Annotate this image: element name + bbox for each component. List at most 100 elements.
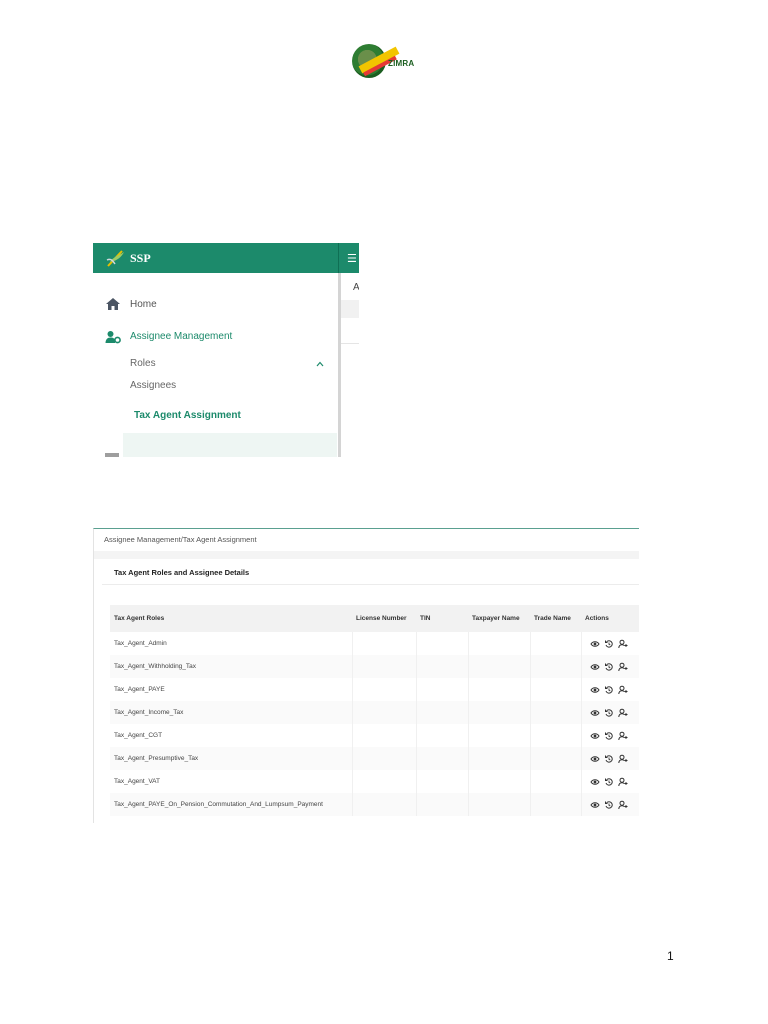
view-icon[interactable]: [589, 731, 600, 741]
history-icon[interactable]: [604, 754, 614, 764]
column-header[interactable]: Tax Agent Roles: [110, 605, 352, 632]
table-cell: [530, 632, 582, 655]
table-cell: [416, 770, 469, 793]
view-icon[interactable]: [589, 685, 600, 695]
table-cell: [416, 793, 469, 816]
content-bar: [341, 300, 359, 318]
menu-toggle-icon[interactable]: ☰: [347, 252, 357, 265]
history-icon[interactable]: [604, 639, 614, 649]
history-icon[interactable]: [604, 731, 614, 741]
assign-user-icon[interactable]: [617, 754, 628, 764]
role-name-cell: Tax_Agent_PAYE: [110, 678, 353, 701]
table-row: Tax_Agent_VAT: [110, 770, 639, 793]
table-cell: [416, 632, 469, 655]
table-body: Tax_Agent_Admin Tax_Agent_Withholding_Tax…: [110, 632, 639, 816]
table-cell: [468, 793, 531, 816]
table-cell: [530, 724, 582, 747]
column-header[interactable]: License Number: [352, 605, 416, 632]
actions-cell: [581, 701, 639, 724]
role-name-cell: Tax_Agent_Presumptive_Tax: [110, 747, 353, 770]
breadcrumb: Assignee Management/Tax Agent Assignment: [104, 535, 257, 544]
card-divider: [102, 584, 639, 585]
actions-cell: [581, 632, 639, 655]
sidebar: Home Assignee Management Roles Assignees…: [93, 273, 338, 457]
table-row: Tax_Agent_Withholding_Tax: [110, 655, 639, 678]
table-row: Tax_Agent_PAYE_On_Pension_Commutation_An…: [110, 793, 639, 816]
table-cell: [468, 632, 531, 655]
history-icon[interactable]: [604, 800, 614, 810]
assign-user-icon[interactable]: [617, 662, 628, 672]
table-cell: [416, 655, 469, 678]
assign-user-icon[interactable]: [617, 708, 628, 718]
chevron-up-icon[interactable]: [316, 360, 324, 368]
table-cell: [416, 701, 469, 724]
table-cell: [530, 701, 582, 724]
app-header: SSP: [93, 243, 359, 273]
content-heading-partial: A: [353, 282, 359, 293]
home-icon: [106, 298, 120, 310]
table-cell: [352, 632, 417, 655]
table-cell: [530, 655, 582, 678]
history-icon[interactable]: [604, 777, 614, 787]
breadcrumb-band: [94, 551, 639, 559]
assign-user-icon[interactable]: [617, 685, 628, 695]
view-icon[interactable]: [589, 662, 600, 672]
table-cell: [352, 678, 417, 701]
history-icon[interactable]: [604, 708, 614, 718]
role-name-cell: Tax_Agent_CGT: [110, 724, 353, 747]
table-cell: [530, 678, 582, 701]
sidebar-item-roles[interactable]: Roles: [130, 358, 156, 369]
table-row: Tax_Agent_CGT: [110, 724, 639, 747]
assign-user-icon[interactable]: [617, 731, 628, 741]
history-icon[interactable]: [604, 662, 614, 672]
table-cell: [468, 747, 531, 770]
sidebar-screenshot: SSP ☰ Home Assignee Management Roles Ass…: [93, 243, 359, 457]
view-icon[interactable]: [589, 800, 600, 810]
column-header: Actions: [581, 605, 639, 632]
page-number: 1: [667, 949, 674, 963]
table-row: Tax_Agent_Income_Tax: [110, 701, 639, 724]
table-cell: [530, 793, 582, 816]
actions-cell: [581, 655, 639, 678]
role-name-cell: Tax_Agent_VAT: [110, 770, 353, 793]
table-cell: [468, 724, 531, 747]
role-name-cell: Tax_Agent_Withholding_Tax: [110, 655, 353, 678]
card-title: Tax Agent Roles and Assignee Details: [114, 568, 250, 577]
table-cell: [352, 770, 417, 793]
table-cell: [468, 655, 531, 678]
table-row: Tax_Agent_Admin: [110, 632, 639, 655]
table-cell: [468, 701, 531, 724]
sidebar-item-assignee-management[interactable]: Assignee Management: [130, 331, 232, 342]
assign-user-icon[interactable]: [617, 639, 628, 649]
history-icon[interactable]: [604, 685, 614, 695]
actions-cell: [581, 724, 639, 747]
zimra-logo: ZIMRA: [350, 42, 422, 82]
sidebar-item-tax-agent-assignment[interactable]: Tax Agent Assignment: [134, 410, 241, 421]
view-icon[interactable]: [589, 777, 600, 787]
assign-user-icon[interactable]: [617, 777, 628, 787]
actions-cell: [581, 793, 639, 816]
role-name-cell: Tax_Agent_PAYE_On_Pension_Commutation_An…: [110, 793, 353, 816]
table-row: Tax_Agent_Presumptive_Tax: [110, 747, 639, 770]
view-icon[interactable]: [589, 708, 600, 718]
view-icon[interactable]: [589, 754, 600, 764]
role-name-cell: Tax_Agent_Income_Tax: [110, 701, 353, 724]
column-header[interactable]: TIN: [416, 605, 468, 632]
table-cell: [530, 747, 582, 770]
role-name-cell: Tax_Agent_Admin: [110, 632, 353, 655]
content-divider: [341, 343, 359, 344]
actions-cell: [581, 678, 639, 701]
table-cell: [468, 770, 531, 793]
table-cell: [416, 724, 469, 747]
table-screenshot: Assignee Management/Tax Agent Assignment…: [93, 528, 639, 823]
view-icon[interactable]: [589, 639, 600, 649]
table-header-row: Tax Agent Roles License Number TIN Taxpa…: [110, 605, 639, 632]
table-cell: [530, 770, 582, 793]
next-item-icon-partial: [105, 453, 119, 457]
table-row: Tax_Agent_PAYE: [110, 678, 639, 701]
sidebar-item-home[interactable]: Home: [130, 299, 157, 310]
column-header[interactable]: Trade Name: [530, 605, 581, 632]
assign-user-icon[interactable]: [617, 800, 628, 810]
column-header[interactable]: Taxpayer Name: [468, 605, 530, 632]
sidebar-item-assignees[interactable]: Assignees: [130, 380, 176, 391]
